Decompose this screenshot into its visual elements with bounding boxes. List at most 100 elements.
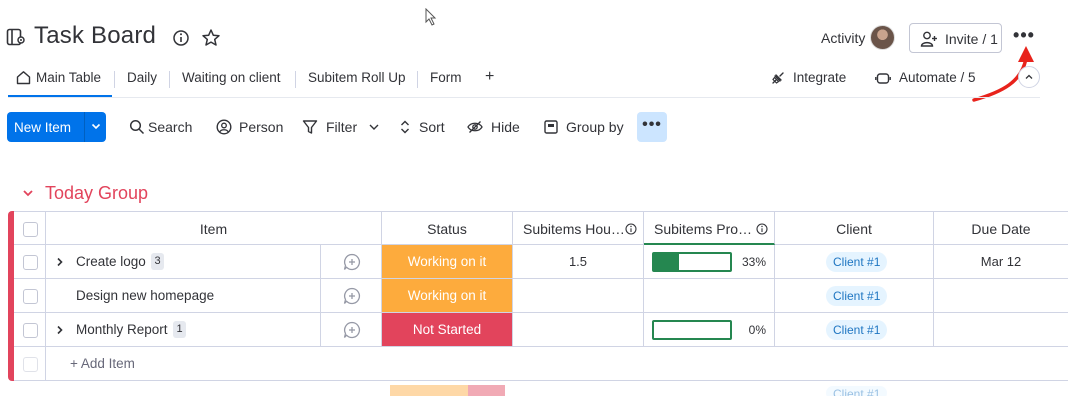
- home-icon: [16, 71, 31, 85]
- group-table: Item Status Subitems Hou… Subitems Pro… …: [14, 211, 1068, 381]
- group-by-button[interactable]: Group by: [566, 119, 624, 135]
- star-icon[interactable]: [201, 28, 221, 48]
- add-row-checkbox: [23, 357, 38, 372]
- tab-waiting-on-client[interactable]: Waiting on client: [182, 70, 281, 85]
- activity-button[interactable]: Activity: [821, 30, 865, 46]
- info-icon[interactable]: [625, 223, 637, 235]
- client-cell[interactable]: Client #1: [775, 279, 934, 313]
- group-title[interactable]: Today Group: [45, 183, 148, 204]
- new-item-button[interactable]: New Item: [7, 112, 106, 142]
- add-update-icon[interactable]: [343, 287, 361, 305]
- item-name[interactable]: Create logo: [76, 254, 146, 269]
- tab-daily[interactable]: Daily: [127, 70, 157, 85]
- item-name[interactable]: Design new homepage: [76, 288, 214, 303]
- column-header-status[interactable]: Status: [382, 211, 513, 245]
- automate-button[interactable]: Automate / 5: [899, 70, 976, 85]
- subitems-progress-cell[interactable]: 0%: [644, 313, 775, 347]
- tab-main-table[interactable]: Main Table: [36, 70, 101, 85]
- sort-button[interactable]: Sort: [419, 119, 445, 135]
- search-icon: [129, 119, 145, 135]
- due-date-cell[interactable]: Mar 12: [934, 245, 1068, 279]
- board-header: Task Board Activity Invite / 1 •••: [0, 14, 1068, 62]
- subitems-hours-cell[interactable]: [513, 279, 644, 313]
- status-cell[interactable]: Working on it: [382, 279, 513, 313]
- info-icon[interactable]: [756, 223, 768, 235]
- row-checkbox[interactable]: [23, 323, 38, 338]
- status-cell[interactable]: Not Started: [382, 313, 513, 347]
- tab-divider: [169, 71, 170, 88]
- add-update-icon[interactable]: [343, 321, 361, 339]
- info-icon[interactable]: [172, 29, 190, 47]
- item-name[interactable]: Monthly Report: [76, 322, 168, 337]
- view-tabs: Main Table Daily Waiting on client Subit…: [0, 62, 1068, 98]
- column-header-subitems-hours-label: Subitems Hou…: [523, 221, 625, 237]
- tab-form[interactable]: Form: [430, 70, 462, 85]
- status-cell[interactable]: Working on it: [382, 245, 513, 279]
- client-tag[interactable]: Client #1: [826, 252, 888, 272]
- row-checkbox[interactable]: [23, 255, 38, 270]
- new-item-label: New Item: [14, 120, 72, 135]
- sort-icon: [401, 120, 409, 134]
- add-item-input[interactable]: + Add Item: [70, 356, 135, 371]
- add-person-icon: [920, 31, 937, 47]
- tab-divider: [114, 71, 115, 88]
- add-view-button[interactable]: +: [485, 68, 494, 86]
- person-filter-button[interactable]: Person: [239, 119, 283, 135]
- add-row-checkbox-cell: [14, 347, 46, 381]
- subitems-hours-cell[interactable]: [513, 313, 644, 347]
- row-checkbox-cell: [14, 245, 46, 279]
- column-header-due-date[interactable]: Due Date: [934, 211, 1068, 245]
- row-checkbox[interactable]: [23, 289, 38, 304]
- subitems-hours-cell[interactable]: 1.5: [513, 245, 644, 279]
- tabs-divider: [8, 97, 1040, 98]
- subitems-progress-cell[interactable]: 33%: [644, 245, 775, 279]
- progress-bar: [652, 320, 732, 340]
- client-tag[interactable]: Client #1: [826, 286, 888, 306]
- integrate-icon: [772, 72, 784, 84]
- chevron-right-icon[interactable]: [54, 256, 66, 268]
- toolbar-more-button[interactable]: •••: [637, 112, 667, 142]
- chevron-right-icon[interactable]: [54, 324, 66, 336]
- chevron-down-icon[interactable]: [90, 120, 102, 132]
- column-header-subitems-hours[interactable]: Subitems Hou…: [513, 211, 644, 245]
- chevron-down-icon[interactable]: [366, 119, 382, 135]
- board-title[interactable]: Task Board: [34, 22, 156, 50]
- client-tag[interactable]: Client #1: [826, 320, 888, 340]
- status-cell: [468, 385, 505, 396]
- avatar[interactable]: [870, 25, 895, 50]
- item-name-cell[interactable]: Design new homepage: [46, 279, 321, 313]
- hide-button[interactable]: Hide: [491, 119, 520, 135]
- due-date-cell[interactable]: [934, 279, 1068, 313]
- column-header-item[interactable]: Item: [46, 211, 382, 245]
- integrate-button[interactable]: Integrate: [793, 70, 846, 85]
- column-header-client[interactable]: Client: [775, 211, 934, 245]
- client-tag: Client #1: [826, 386, 888, 396]
- select-all-checkbox[interactable]: [23, 222, 38, 237]
- subitems-progress-cell[interactable]: [644, 279, 775, 313]
- add-item-row[interactable]: + Add Item: [46, 347, 1068, 381]
- tab-subitem-roll-up[interactable]: Subitem Roll Up: [308, 70, 406, 85]
- client-cell[interactable]: Client #1: [775, 313, 934, 347]
- search-button[interactable]: Search: [148, 119, 192, 135]
- filter-button[interactable]: Filter: [326, 119, 357, 135]
- tab-divider: [295, 71, 296, 88]
- add-subitem-cell: [321, 245, 382, 279]
- add-subitem-cell: [321, 279, 382, 313]
- subitem-count-badge[interactable]: 1: [173, 321, 186, 338]
- robot-icon: [875, 73, 891, 84]
- collapse-header-button[interactable]: [1018, 66, 1040, 88]
- chevron-down-icon[interactable]: [21, 186, 35, 200]
- item-name-cell[interactable]: Create logo 3: [46, 245, 321, 279]
- subitem-count-badge[interactable]: 3: [151, 253, 164, 270]
- row-checkbox-cell: [14, 279, 46, 313]
- item-name-cell[interactable]: Monthly Report 1: [46, 313, 321, 347]
- filter-icon: [302, 120, 318, 134]
- tab-divider: [417, 71, 418, 88]
- new-item-divider: [84, 112, 85, 142]
- client-cell[interactable]: Client #1: [775, 245, 934, 279]
- progress-bar: [652, 252, 732, 272]
- add-update-icon[interactable]: [343, 253, 361, 271]
- progress-percent: 0%: [748, 323, 766, 337]
- due-date-cell[interactable]: [934, 313, 1068, 347]
- column-header-subitems-progress[interactable]: Subitems Pro…: [644, 211, 775, 245]
